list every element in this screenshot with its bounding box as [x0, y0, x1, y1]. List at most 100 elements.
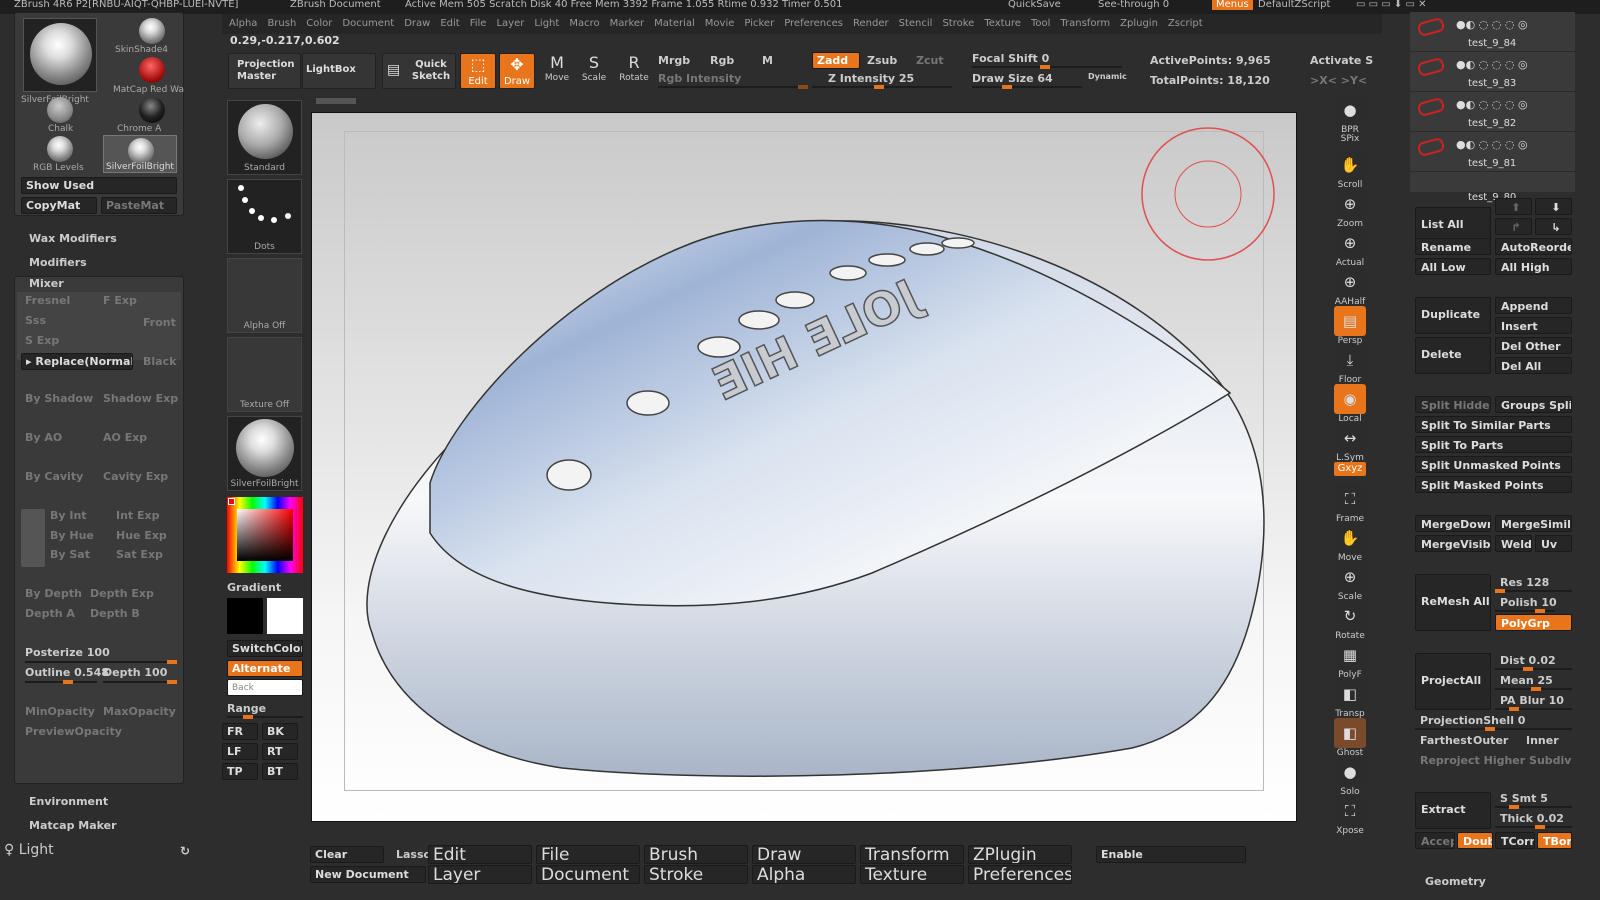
front-button[interactable]: Front [143, 316, 176, 329]
pa-blur-slider[interactable]: PA Blur 10 [1500, 694, 1564, 707]
by-hue-slider[interactable]: By Hue [50, 529, 94, 542]
lf-button[interactable]: LF [222, 743, 258, 760]
palette-transform-button[interactable]: Transform [860, 845, 964, 864]
menu-movie[interactable]: Movie [705, 14, 735, 34]
autoreorder-button[interactable]: AutoReorder [1495, 238, 1572, 255]
menu-zscript[interactable]: Zscript [1168, 14, 1203, 34]
lightbox-button[interactable]: LightBox [302, 53, 376, 89]
draw-mode-button[interactable]: ✥ Draw [499, 53, 535, 89]
duplicate-button[interactable]: Duplicate [1415, 297, 1491, 334]
move-down-icon[interactable]: ↳ [1535, 218, 1572, 235]
alternate-button[interactable]: Alternate [227, 660, 303, 677]
ao-exp-slider[interactable]: AO Exp [103, 431, 147, 444]
subtool-item[interactable]: ●◐ ◌ ◌ ◌ ◎ test_9_81 [1410, 132, 1575, 172]
seethrough-slider[interactable]: See-through 0 [1098, 0, 1169, 10]
activate-symmetry-button[interactable]: Activate S [1310, 54, 1373, 67]
view-rotate-button[interactable]: ↻ Rotate [1330, 601, 1370, 641]
view-actual-button[interactable]: ⊕ Actual [1330, 228, 1370, 268]
menu-stroke[interactable]: Stroke [942, 14, 974, 34]
view-aahalf-button[interactable]: ⊕ AAHalf [1330, 267, 1370, 307]
switchcolor-button[interactable]: SwitchColor [227, 640, 303, 657]
z-intensity-slider[interactable]: Z Intensity 25 [828, 72, 914, 85]
material-chalk-thumb[interactable] [47, 97, 73, 123]
res-slider[interactable]: Res 128 [1500, 576, 1549, 589]
palette-alpha-button[interactable]: Alpha [752, 865, 856, 884]
back-color-field[interactable]: Back [227, 679, 303, 696]
palette-zplugin-button[interactable]: ZPlugin [968, 845, 1072, 864]
weld-button[interactable]: Weld [1495, 535, 1532, 552]
light-header[interactable]: ♀ Light [4, 842, 54, 858]
f-exp-slider[interactable]: F Exp [103, 294, 137, 307]
material-selected-thumb[interactable]: SilverFoilBright [103, 135, 177, 173]
subtool-toggle-icons[interactable]: ●◐ ◌ ◌ ◌ ◎ [1456, 18, 1528, 31]
menu-preferences[interactable]: Preferences [784, 14, 843, 34]
dots-stroke-thumb[interactable]: Dots [227, 179, 302, 254]
default-zscript-button[interactable]: DefaultZScript [1258, 0, 1330, 10]
lasso-button[interactable]: Lasso [396, 848, 431, 861]
alpha-thumb[interactable]: Alpha Off [227, 258, 302, 333]
projection-master-button[interactable]: Projection Master [228, 53, 301, 89]
insert-button[interactable]: Insert [1495, 317, 1572, 334]
modifiers-header[interactable]: Modifiers [29, 256, 87, 269]
model-render[interactable]: JOLE HIE [312, 113, 1298, 823]
zcut-button[interactable]: Zcut [916, 54, 944, 67]
palette-stroke-button[interactable]: Stroke [644, 865, 748, 884]
view-scroll-button[interactable]: ✋ Scroll [1330, 150, 1370, 190]
view-transp-button[interactable]: ◧ Transp [1330, 679, 1370, 719]
tcorner-button[interactable]: TCorner [1495, 832, 1535, 849]
geometry-header[interactable]: Geometry [1425, 875, 1486, 888]
del-all-button[interactable]: Del All [1495, 357, 1572, 374]
projection-shell-slider[interactable]: ProjectionShell 0 [1420, 714, 1525, 727]
environment-header[interactable]: Environment [29, 795, 108, 808]
s-exp-slider[interactable]: S Exp [25, 334, 59, 347]
menu-texture[interactable]: Texture [984, 14, 1021, 34]
view-persp-button[interactable]: ▤ Persp [1330, 306, 1370, 346]
draw-size-slider[interactable]: Draw Size 64 [972, 72, 1053, 85]
menu-file[interactable]: File [470, 14, 487, 34]
gradient-button[interactable]: Gradient [227, 581, 281, 594]
by-ao-slider[interactable]: By AO [25, 431, 62, 444]
symmetry-axis-icon[interactable]: >X< >Y< [1310, 74, 1367, 87]
menu-zplugin[interactable]: Zplugin [1120, 14, 1158, 34]
shadow-exp-slider[interactable]: Shadow Exp [103, 392, 178, 405]
palette-edit-button[interactable]: Edit [428, 845, 532, 864]
sat-exp-slider[interactable]: Sat Exp [116, 548, 163, 561]
view-zoom-button[interactable]: ⊕ Zoom [1330, 189, 1370, 229]
subtool-toggle-icons[interactable]: ●◐ ◌ ◌ ◌ ◎ [1456, 138, 1528, 151]
black-button[interactable]: Black [143, 355, 176, 368]
edit-mode-button[interactable]: ⬚ Edit [460, 53, 496, 89]
palette-preferences-button[interactable]: Preferences [968, 865, 1072, 884]
farthest-button[interactable]: Farthest [1420, 734, 1472, 747]
texture-thumb[interactable]: Texture Off [227, 337, 302, 412]
minopacity-slider[interactable]: MinOpacity [25, 705, 95, 718]
zsub-button[interactable]: Zsub [867, 54, 897, 67]
uv-button[interactable]: Uv [1535, 535, 1572, 552]
hue-exp-slider[interactable]: Hue Exp [116, 529, 167, 542]
rgb-intensity-slider[interactable]: Rgb Intensity [658, 72, 741, 85]
view-solo-button[interactable]: ● Solo [1330, 757, 1370, 797]
subtool-toggle-icons[interactable]: ●◐ ◌ ◌ ◌ ◎ [1456, 98, 1528, 111]
move-up-icon[interactable]: ↱ [1495, 218, 1532, 235]
depth-b-slider[interactable]: Depth B [90, 607, 140, 620]
menu-color[interactable]: Color [306, 14, 332, 34]
remesh-all-button[interactable]: ReMesh All [1415, 574, 1491, 631]
menu-draw[interactable]: Draw [404, 14, 430, 34]
arrow-up-icon[interactable]: ⬆ [1495, 198, 1532, 215]
viewport-canvas[interactable]: JOLE HIE [311, 112, 1297, 822]
menus-button[interactable]: Menus [1212, 0, 1253, 10]
menu-material[interactable]: Material [654, 14, 695, 34]
palette-brush-button[interactable]: Brush [644, 845, 748, 864]
quick-sketch-button[interactable]: ▤ Quick Sketch [382, 53, 456, 89]
by-int-slider[interactable]: By Int [50, 509, 87, 522]
depth-slider[interactable]: Depth 100 [103, 666, 167, 679]
del-other-button[interactable]: Del Other [1495, 337, 1572, 354]
palette-layer-button[interactable]: Layer [428, 865, 532, 884]
rt-button[interactable]: RT [262, 743, 298, 760]
menu-layer[interactable]: Layer [496, 14, 524, 34]
rename-button[interactable]: Rename [1415, 238, 1491, 255]
reproject-button[interactable]: Reproject Higher Subdiv [1420, 754, 1571, 767]
menu-stencil[interactable]: Stencil [899, 14, 933, 34]
by-depth-slider[interactable]: By Depth [25, 587, 82, 600]
cavity-exp-slider[interactable]: Cavity Exp [103, 470, 168, 483]
mixer-header[interactable]: Mixer [29, 277, 64, 290]
